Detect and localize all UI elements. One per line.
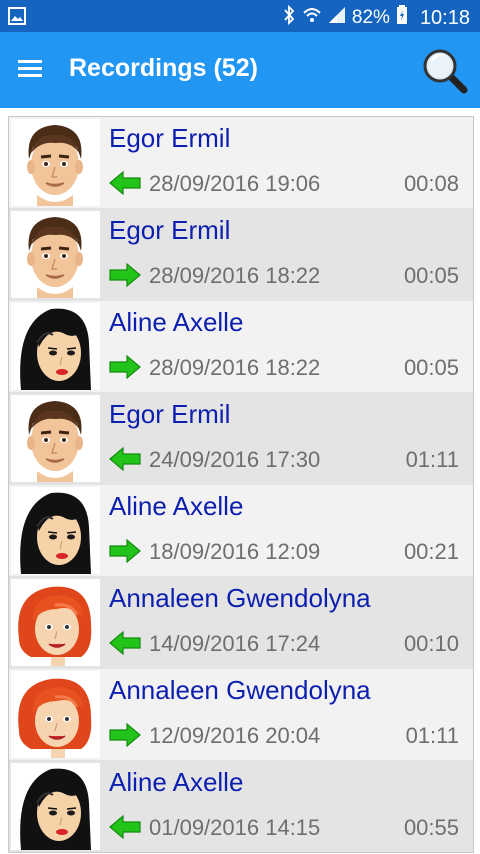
recording-datetime: 18/09/2016 12:09 — [149, 539, 321, 564]
recording-row[interactable]: Annaleen Gwendolyna 12/09/2016 20:04 01:1… — [9, 668, 473, 760]
contact-name: Egor Ermil — [109, 123, 231, 153]
recording-row[interactable]: Aline Axelle 28/09/2016 18:22 00:05 — [9, 300, 473, 392]
recording-row[interactable]: Aline Axelle 01/09/2016 14:15 00:55 — [9, 760, 473, 852]
contact-name: Egor Ermil — [109, 399, 231, 429]
incoming-call-arrow-icon — [108, 629, 142, 657]
recording-datetime: 28/09/2016 19:06 — [149, 171, 321, 196]
contact-avatar[interactable] — [11, 395, 100, 482]
incoming-call-arrow-icon — [108, 169, 142, 197]
outgoing-call-arrow-icon — [108, 353, 142, 381]
signal-icon — [328, 6, 346, 30]
contact-name: Aline Axelle — [109, 491, 244, 521]
recordings-list: Egor Ermil 28/09/2016 19:06 00:08 Egor Er… — [8, 116, 474, 853]
contact-avatar[interactable] — [11, 211, 100, 298]
recording-row[interactable]: Egor Ermil 28/09/2016 19:06 00:08 — [9, 117, 473, 208]
recording-duration: 00:21 — [403, 539, 459, 564]
recording-row[interactable]: Egor Ermil 24/09/2016 17:30 01:11 — [9, 392, 473, 484]
recording-row[interactable]: Egor Ermil 28/09/2016 18:22 00:05 — [9, 208, 473, 300]
recording-duration: 00:08 — [403, 171, 459, 196]
image-icon — [8, 7, 26, 31]
magnifier-search-icon[interactable] — [420, 46, 470, 96]
recording-duration: 00:10 — [403, 631, 459, 656]
recording-row[interactable]: Aline Axelle 18/09/2016 12:09 00:21 — [9, 484, 473, 576]
battery-icon — [396, 5, 408, 31]
recording-datetime: 14/09/2016 17:24 — [149, 631, 321, 656]
status-bar: 82% 10:18 — [0, 0, 480, 32]
incoming-call-arrow-icon — [108, 445, 142, 473]
incoming-call-arrow-icon — [108, 813, 142, 841]
contact-avatar[interactable] — [11, 671, 100, 758]
recording-duration: 01:11 — [405, 723, 459, 748]
recording-datetime: 24/09/2016 17:30 — [149, 447, 321, 472]
contact-name: Aline Axelle — [109, 767, 244, 797]
recording-datetime: 28/09/2016 18:22 — [149, 355, 321, 380]
recording-row[interactable]: Annaleen Gwendolyna 14/09/2016 17:24 00:1… — [9, 576, 473, 668]
page-title: Recordings (52) — [69, 54, 258, 82]
contact-name: Aline Axelle — [109, 307, 244, 337]
contact-name: Annaleen Gwendolyna — [109, 583, 371, 613]
battery-percent: 82% — [351, 7, 390, 28]
recording-duration: 00:05 — [403, 355, 459, 380]
recording-duration: 00:55 — [403, 815, 459, 840]
contact-name: Annaleen Gwendolyna — [109, 675, 371, 705]
clock: 10:18 — [419, 6, 470, 29]
status-icons: 82% 10:18 — [282, 4, 470, 31]
bluetooth-icon — [282, 4, 296, 31]
contact-avatar[interactable] — [11, 303, 100, 390]
recording-duration: 01:11 — [405, 447, 459, 472]
outgoing-call-arrow-icon — [108, 261, 142, 289]
recording-datetime: 01/09/2016 14:15 — [149, 815, 321, 840]
hamburger-menu-icon[interactable] — [14, 54, 50, 86]
recording-datetime: 28/09/2016 18:22 — [149, 263, 321, 288]
contact-avatar[interactable] — [11, 487, 100, 574]
outgoing-call-arrow-icon — [108, 537, 142, 565]
contact-avatar[interactable] — [11, 119, 100, 206]
contact-name: Egor Ermil — [109, 215, 231, 245]
contact-avatar[interactable] — [11, 763, 100, 850]
app-bar: Recordings (52) — [0, 32, 480, 108]
recording-duration: 00:05 — [403, 263, 459, 288]
recording-datetime: 12/09/2016 20:04 — [149, 723, 321, 748]
contact-avatar[interactable] — [11, 579, 100, 666]
wifi-icon — [302, 6, 322, 30]
outgoing-call-arrow-icon — [108, 721, 142, 749]
